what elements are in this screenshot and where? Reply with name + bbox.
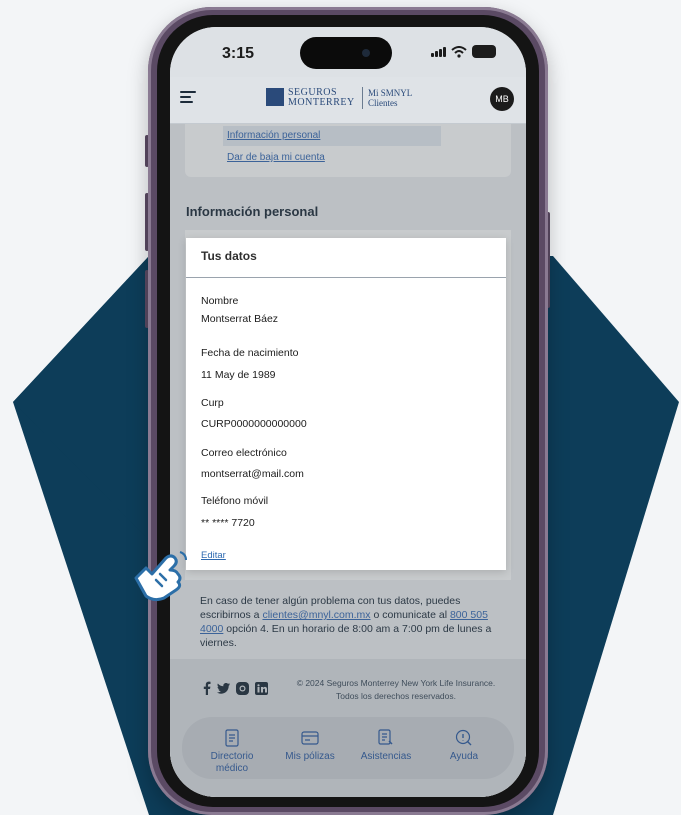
- portal-top-text: Mi SMNYL: [368, 88, 413, 98]
- status-time: 3:15: [222, 45, 255, 62]
- menu-icon[interactable]: [180, 91, 196, 105]
- logo-icon: [266, 88, 284, 106]
- birthdate-label: Fecha de nacimiento: [201, 347, 299, 359]
- brand-logo: SEGUROS MONTERREY: [288, 88, 355, 108]
- signal-icon: [431, 46, 446, 57]
- personal-data-modal: Tus datos Nombre Montserrat Báez Fecha d…: [186, 238, 506, 570]
- name-label: Nombre: [201, 295, 239, 307]
- portal-bottom-text: Clientes: [368, 98, 398, 108]
- email-value: montserrat@mail.com: [201, 468, 304, 480]
- portal-name: Mi SMNYL Clientes: [368, 88, 412, 108]
- edit-link[interactable]: Editar: [201, 550, 226, 561]
- tap-hand-icon: [134, 551, 187, 602]
- phone-value: ** **** 7720: [201, 517, 255, 529]
- status-bar: 3:15: [170, 27, 526, 77]
- wifi-icon: [451, 45, 467, 58]
- app-header: SEGUROS MONTERREY Mi SMNYL Clientes MB: [170, 77, 526, 124]
- dynamic-island: [300, 37, 392, 69]
- name-value: Montserrat Báez: [201, 313, 279, 325]
- logo-divider: [362, 87, 363, 109]
- avatar[interactable]: MB: [490, 87, 514, 111]
- modal-title: Tus datos: [201, 249, 257, 263]
- logo-bottom-text: MONTERREY: [288, 97, 355, 108]
- curp-label: Curp: [201, 397, 224, 409]
- battery-icon: [472, 45, 496, 58]
- phone-label: Teléfono móvil: [201, 495, 269, 507]
- birthdate-value: 11 May de 1989: [201, 369, 276, 381]
- curp-value: CURP0000000000000: [201, 418, 307, 430]
- status-icons: [431, 45, 496, 58]
- camera-icon: [362, 49, 370, 57]
- email-label: Correo electrónico: [201, 447, 287, 459]
- modal-divider: [186, 277, 506, 278]
